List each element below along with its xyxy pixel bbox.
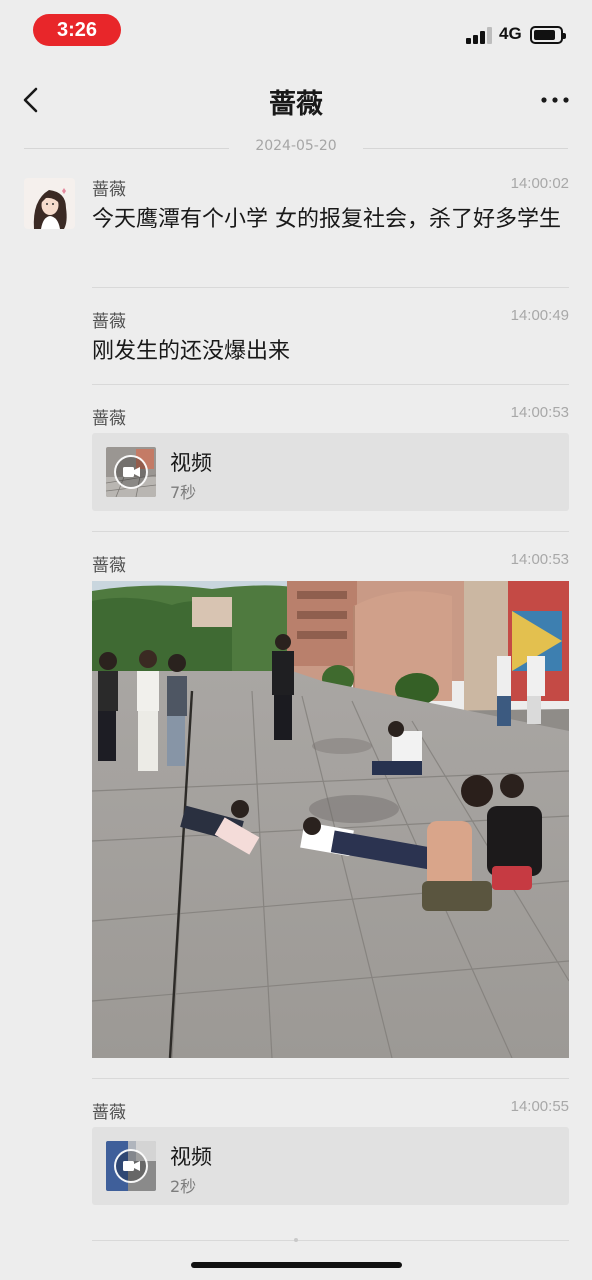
more-dots-icon[interactable] [538,90,572,110]
home-indicator[interactable] [191,1262,402,1268]
signal-icon [466,27,494,44]
message-time: 14:00:49 [510,307,569,324]
video-card[interactable]: 视频 2秒 [92,1127,569,1205]
video-duration: 7秒 [170,483,197,502]
sender-name: 蔷薇 [92,409,126,429]
avatar[interactable] [24,178,75,229]
video-thumbnail [106,447,156,497]
message-separator [92,1078,569,1079]
message-item: 蔷薇 14:00:49 刚发生的还没爆出来 [92,307,569,367]
video-duration: 2秒 [170,1177,197,1196]
sender-name: 蔷薇 [92,1103,126,1123]
message-item: 蔷薇 14:00:02 今天鹰潭有个小学 女的报复社会，杀了好多学生 [92,175,569,275]
battery-icon [530,26,566,44]
network-label: 4G [499,24,522,43]
message-item: 蔷薇 14:00:53 视频 7秒 [92,404,569,514]
sender-name: 蔷薇 [92,312,126,332]
video-title: 视频 [170,451,212,475]
video-thumbnail [106,1141,156,1191]
sender-name: 蔷薇 [92,556,126,576]
message-text[interactable]: 刚发生的还没爆出来 [92,335,562,368]
message-time: 14:00:53 [510,404,569,421]
message-photo[interactable] [92,581,569,1058]
date-divider: 2024-05-20 [24,138,568,158]
message-text[interactable]: 今天鹰潭有个小学 女的报复社会，杀了好多学生 [92,203,562,236]
message-time: 14:00:55 [510,1098,569,1115]
video-card[interactable]: 视频 7秒 [92,433,569,511]
message-separator [92,1240,569,1241]
message-time: 14:00:02 [510,175,569,192]
sender-name: 蔷薇 [92,180,126,200]
message-separator [92,531,569,532]
message-separator [92,287,569,288]
status-time[interactable]: 3:26 [33,14,121,46]
date-label: 2024-05-20 [255,138,337,154]
video-camera-icon [114,455,148,489]
message-item: 蔷薇 14:00:55 视频 2秒 [92,1098,569,1208]
page-title: 蔷薇 [269,89,323,120]
status-bar: 3:26 4G [0,0,592,62]
message-item: 蔷薇 14:00:53 [92,551,569,581]
video-title: 视频 [170,1145,212,1169]
message-separator [92,384,569,385]
message-time: 14:00:53 [510,551,569,568]
nav-bar: 蔷薇 [0,72,592,128]
video-camera-icon [114,1149,148,1183]
scroll-indicator-dot [294,1238,298,1242]
